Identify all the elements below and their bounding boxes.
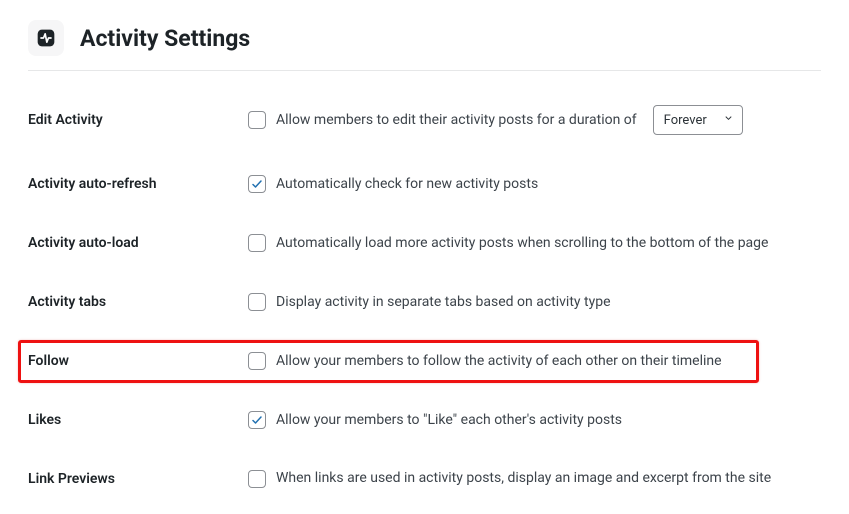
checkbox-activity-tabs[interactable]: [248, 293, 266, 311]
setting-row-follow: Follow Allow your members to follow the …: [28, 352, 821, 371]
select-value: Forever: [664, 113, 707, 128]
checkbox-auto-load[interactable]: [248, 234, 266, 252]
setting-row-auto-refresh: Activity auto-refresh Automatically chec…: [28, 175, 821, 194]
setting-row-likes: Likes Allow your members to "Like" each …: [28, 411, 821, 430]
checkbox-follow[interactable]: [248, 352, 266, 370]
setting-row-edit-activity: Edit Activity Allow members to edit thei…: [28, 105, 821, 135]
setting-label: Likes: [28, 412, 248, 428]
activity-icon: [28, 20, 64, 56]
setting-desc: Allow your members to "Like" each other'…: [276, 411, 622, 430]
setting-label: Follow: [28, 353, 248, 369]
setting-row-auto-load: Activity auto-load Automatically load mo…: [28, 234, 821, 253]
checkbox-edit-activity[interactable]: [248, 111, 266, 129]
setting-label: Link Previews: [28, 471, 248, 487]
setting-desc: Allow members to edit their activity pos…: [276, 111, 637, 130]
setting-row-link-previews: Link Previews When links are used in act…: [28, 469, 821, 488]
checkbox-auto-refresh[interactable]: [248, 175, 266, 193]
setting-desc: Display activity in separate tabs based …: [276, 293, 611, 312]
setting-desc: Allow your members to follow the activit…: [276, 352, 722, 371]
page-title: Activity Settings: [80, 25, 250, 52]
setting-row-activity-tabs: Activity tabs Display activity in separa…: [28, 293, 821, 312]
divider: [28, 70, 821, 71]
chevron-down-icon: [723, 113, 734, 128]
setting-label: Activity auto-refresh: [28, 176, 248, 192]
checkbox-link-previews[interactable]: [248, 470, 266, 488]
setting-desc: When links are used in activity posts, d…: [276, 469, 771, 488]
setting-desc: Automatically load more activity posts w…: [276, 234, 768, 253]
duration-select[interactable]: Forever: [653, 105, 743, 135]
setting-label: Activity tabs: [28, 294, 248, 310]
setting-desc: Automatically check for new activity pos…: [276, 175, 538, 194]
setting-label: Edit Activity: [28, 112, 248, 128]
page-header: Activity Settings: [28, 20, 821, 56]
setting-label: Activity auto-load: [28, 235, 248, 251]
checkbox-likes[interactable]: [248, 411, 266, 429]
